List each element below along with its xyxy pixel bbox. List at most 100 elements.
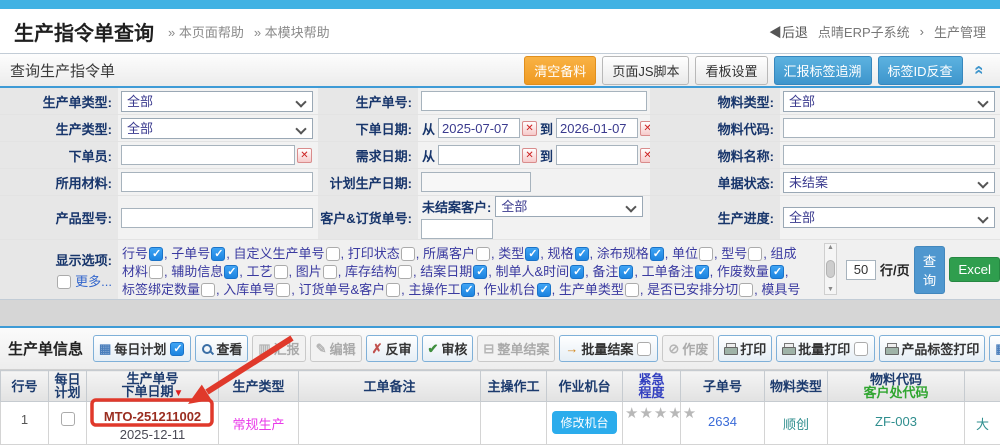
order-date-to-input[interactable] xyxy=(556,118,638,138)
display-option-checkbox[interactable] xyxy=(695,265,709,279)
header-material-code[interactable]: 物料代码客户处代码 xyxy=(828,371,965,402)
header-material-type[interactable]: 物料类型 xyxy=(765,371,828,402)
doc-status-select[interactable]: 未结案 xyxy=(783,172,995,193)
options-scrollbar[interactable]: ▲ ▼ xyxy=(824,243,837,295)
clear-materials-button[interactable]: 清空备料 xyxy=(524,56,596,85)
demand-date-to-input[interactable] xyxy=(556,145,638,165)
search-button[interactable]: 查询 xyxy=(914,246,946,294)
header-operator[interactable]: 主操作工 xyxy=(481,371,547,402)
display-option-checkbox[interactable] xyxy=(650,247,664,261)
scroll-down-icon[interactable]: ▼ xyxy=(827,286,834,294)
material-name-input[interactable] xyxy=(783,145,995,165)
display-options-more-checkbox[interactable] xyxy=(57,275,71,289)
display-option-checkbox[interactable] xyxy=(625,283,639,297)
display-option: 主操作工 xyxy=(408,282,476,297)
display-option-checkbox[interactable] xyxy=(699,247,713,261)
page-title: 生产指令单查询 xyxy=(14,17,154,46)
label-id-lookup-button[interactable]: 标签ID反查 xyxy=(878,56,963,85)
sub-order-link[interactable]: 2634 xyxy=(708,404,737,429)
system-name[interactable]: 点晴ERP子系统 xyxy=(818,22,910,41)
customer-order-no-input[interactable] xyxy=(421,219,493,239)
sort-desc-icon[interactable]: ▼ xyxy=(174,388,184,399)
product-label-print-button[interactable]: 产品标签打印 xyxy=(879,335,985,362)
production-order-type-select[interactable]: 全部 xyxy=(121,91,313,112)
breadcrumb-module-help[interactable]: » 本模块帮助 xyxy=(254,22,330,41)
report-label-trace-button[interactable]: 汇报标签追溯 xyxy=(774,56,872,85)
reverse-audit-button[interactable]: ✗反审 xyxy=(366,335,418,362)
planned-production-date-input[interactable] xyxy=(421,172,531,192)
header-daily-plan[interactable]: 每日计划 xyxy=(49,371,87,402)
board-maintain-button[interactable]: ▦看板维护 xyxy=(989,335,1000,362)
display-option-checkbox[interactable] xyxy=(149,247,163,261)
header-work-note[interactable]: 工单备注 xyxy=(299,371,481,402)
demand-date-from-input[interactable] xyxy=(438,145,520,165)
display-option-checkbox[interactable] xyxy=(461,283,475,297)
module-name[interactable]: 生产管理 xyxy=(934,22,986,41)
display-option-checkbox[interactable] xyxy=(770,265,784,279)
batch-print-button[interactable]: 批量打印 xyxy=(776,335,875,362)
display-option-checkbox[interactable] xyxy=(323,265,337,279)
material-type-select[interactable]: 全部 xyxy=(783,91,995,112)
daily-plan-row-checkbox[interactable] xyxy=(61,412,75,426)
batch-close-checkbox[interactable] xyxy=(637,342,651,356)
display-option-checkbox[interactable] xyxy=(537,283,551,297)
display-option-checkbox[interactable] xyxy=(401,247,415,261)
daily-plan-button[interactable]: ▦每日计划 xyxy=(93,335,191,362)
order-number-link[interactable]: MTO-251211002 xyxy=(89,409,216,424)
display-option-checkbox[interactable] xyxy=(739,283,753,297)
display-option-checkbox[interactable] xyxy=(525,247,539,261)
display-option-checkbox[interactable] xyxy=(570,265,584,279)
batch-print-checkbox[interactable] xyxy=(854,342,868,356)
display-option-checkbox[interactable] xyxy=(224,265,238,279)
breadcrumb-page-help[interactable]: » 本页面帮助 xyxy=(168,22,244,41)
display-option: 作废数量 xyxy=(717,264,785,279)
display-option-checkbox[interactable] xyxy=(398,265,412,279)
used-material-input[interactable] xyxy=(121,172,313,192)
header-production-type[interactable]: 生产类型 xyxy=(219,371,299,402)
page-js-script-button[interactable]: 页面JS脚本 xyxy=(602,56,689,85)
header-machine[interactable]: 作业机台 xyxy=(547,371,623,402)
display-option-checkbox[interactable] xyxy=(274,265,288,279)
material-code-input[interactable] xyxy=(783,118,995,138)
display-option-checkbox[interactable] xyxy=(748,247,762,261)
audit-button[interactable]: ✔审核 xyxy=(422,335,474,362)
demand-date-from-clear-icon[interactable]: ✕ xyxy=(522,148,537,163)
header-order-no-date[interactable]: 生产单号 下单日期▼ xyxy=(87,371,219,402)
order-clerk-input[interactable] xyxy=(121,145,295,165)
display-option-checkbox[interactable] xyxy=(326,247,340,261)
order-date-from-input[interactable] xyxy=(438,118,520,138)
more-options-link[interactable]: 更多... xyxy=(75,274,112,289)
display-option-checkbox[interactable] xyxy=(476,247,490,261)
view-button[interactable]: 查看 xyxy=(195,335,248,362)
batch-close-button[interactable]: →批量结案 xyxy=(559,335,658,362)
display-option-checkbox[interactable] xyxy=(211,247,225,261)
collapse-panel-icon[interactable]: « xyxy=(969,65,989,74)
excel-export-button[interactable]: Excel xyxy=(949,257,1000,282)
display-option-checkbox[interactable] xyxy=(201,283,215,297)
display-option: 是否已安排分切 xyxy=(647,282,754,297)
print-button[interactable]: 打印 xyxy=(718,335,772,362)
header-row-no[interactable]: 行号 xyxy=(1,371,49,402)
product-model-input[interactable] xyxy=(121,208,313,228)
display-option-checkbox[interactable] xyxy=(575,247,589,261)
cell-machine: 修改机台 xyxy=(547,402,623,445)
display-options-line: 行号, 子单号, 自定义生产单号, 打印状态, 所属客户, 类型, 规格, 涂布… xyxy=(122,243,820,261)
display-option-checkbox[interactable] xyxy=(276,283,290,297)
scroll-up-icon[interactable]: ▲ xyxy=(827,244,834,252)
display-option-checkbox[interactable] xyxy=(473,265,487,279)
board-settings-button[interactable]: 看板设置 xyxy=(695,56,767,85)
order-date-from-clear-icon[interactable]: ✕ xyxy=(522,121,537,136)
display-option-checkbox[interactable] xyxy=(386,283,400,297)
daily-plan-checkbox[interactable] xyxy=(170,342,184,356)
scroll-thumb[interactable] xyxy=(826,260,835,278)
machine-edit-button[interactable]: 修改机台 xyxy=(552,411,616,434)
order-clerk-clear-icon[interactable]: ✕ xyxy=(297,148,312,163)
production-progress-select[interactable]: 全部 xyxy=(783,207,995,228)
production-order-no-input[interactable] xyxy=(421,91,647,111)
unclosed-customer-select[interactable]: 全部 xyxy=(495,196,643,217)
back-button[interactable]: ◀后退 xyxy=(769,22,808,41)
production-type-select[interactable]: 全部 xyxy=(121,118,313,139)
display-option-checkbox[interactable] xyxy=(149,265,163,279)
display-option-checkbox[interactable] xyxy=(619,265,633,279)
rows-per-page-input[interactable] xyxy=(846,260,876,280)
